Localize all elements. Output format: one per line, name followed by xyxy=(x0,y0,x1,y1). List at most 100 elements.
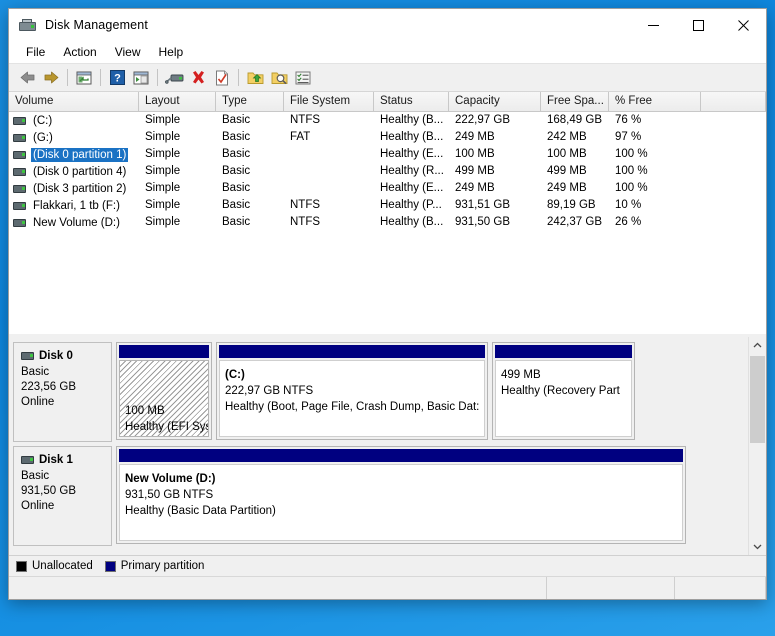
forward-arrow-icon[interactable] xyxy=(39,66,63,89)
partition-block[interactable]: 499 MBHealthy (Recovery Part xyxy=(492,342,635,440)
legend-item: Primary partition xyxy=(105,560,205,572)
partition-health: Healthy (Recovery Part xyxy=(501,383,626,399)
cell-percent-free: 100 % xyxy=(609,180,701,197)
disk-info-disk-1[interactable]: Disk 1Basic931,50 GBOnline xyxy=(13,446,112,546)
partition-block[interactable]: 100 MBHealthy (EFI Syst xyxy=(116,342,212,440)
column-header-status[interactable]: Status xyxy=(374,92,449,111)
volume-label: (G:) xyxy=(31,131,55,145)
disk-type: Basic xyxy=(21,365,111,380)
column-header-blank[interactable] xyxy=(701,92,766,111)
delete-icon[interactable] xyxy=(186,66,210,89)
cell-layout: Simple xyxy=(139,112,216,129)
column-header-free-spa[interactable]: Free Spa... xyxy=(541,92,609,111)
table-row[interactable]: Flakkari, 1 tb (F:)SimpleBasicNTFSHealth… xyxy=(9,197,766,214)
drive-icon xyxy=(13,151,26,159)
scroll-down-arrow-icon[interactable] xyxy=(749,538,766,555)
cell-layout: Simple xyxy=(139,163,216,180)
cell-percent-free: 26 % xyxy=(609,214,701,231)
cell-status: Healthy (B... xyxy=(374,214,449,231)
partition-block[interactable]: New Volume (D:)931,50 GB NTFSHealthy (Ba… xyxy=(116,446,686,544)
column-header-type[interactable]: Type xyxy=(216,92,284,111)
cell-free-space: 100 MB xyxy=(541,146,609,163)
list-view-icon[interactable] xyxy=(291,66,315,89)
partition-block[interactable]: (C:)222,97 GB NTFSHealthy (Boot, Page Fi… xyxy=(216,342,488,440)
cell-percent-free: 100 % xyxy=(609,163,701,180)
drive-icon xyxy=(13,202,26,210)
table-row[interactable]: (Disk 0 partition 1)SimpleBasicHealthy (… xyxy=(9,146,766,163)
cell-free-space: 249 MB xyxy=(541,180,609,197)
cell-layout: Simple xyxy=(139,146,216,163)
partition-strip: 100 MBHealthy (EFI Syst(C:)222,97 GB NTF… xyxy=(112,342,749,442)
drive-icon xyxy=(13,219,26,227)
check-document-icon[interactable] xyxy=(210,66,234,89)
cell-type: Basic xyxy=(216,129,284,146)
table-row[interactable]: (Disk 0 partition 4)SimpleBasicHealthy (… xyxy=(9,163,766,180)
disk-management-window: Disk Management File Action View Help xyxy=(8,8,767,600)
menu-item-view[interactable]: View xyxy=(106,43,150,61)
table-row[interactable]: (G:)SimpleBasicFATHealthy (B...249 MB242… xyxy=(9,129,766,146)
import-folder-icon[interactable] xyxy=(243,66,267,89)
close-button[interactable] xyxy=(721,9,766,41)
drive-icon xyxy=(13,117,26,125)
column-header-free[interactable]: % Free xyxy=(609,92,701,111)
minimize-button[interactable] xyxy=(631,9,676,41)
menu-item-file[interactable]: File xyxy=(17,43,54,61)
cell-free-space: 89,19 GB xyxy=(541,197,609,214)
drive-icon xyxy=(13,134,26,142)
menu-item-help[interactable]: Help xyxy=(150,43,193,61)
disk-row: Disk 0Basic223,56 GBOnline100 MBHealthy … xyxy=(13,342,749,442)
back-arrow-icon[interactable] xyxy=(15,66,39,89)
disk-type: Basic xyxy=(21,469,111,484)
column-header-capacity[interactable]: Capacity xyxy=(449,92,541,111)
disk-info-disk-0[interactable]: Disk 0Basic223,56 GBOnline xyxy=(13,342,112,442)
table-row[interactable]: (C:)SimpleBasicNTFSHealthy (B...222,97 G… xyxy=(9,112,766,129)
cell-free-space: 168,49 GB xyxy=(541,112,609,129)
partition-detail: 499 MBHealthy (Recovery Part xyxy=(495,360,632,437)
cell-type: Basic xyxy=(216,146,284,163)
legend-item: Unallocated xyxy=(16,560,93,572)
volume-list-panel: VolumeLayoutTypeFile SystemStatusCapacit… xyxy=(9,92,766,337)
partition-size-fs: 931,50 GB NTFS xyxy=(125,487,677,503)
cell-capacity: 499 MB xyxy=(449,163,541,180)
partition-health: Healthy (EFI Syst xyxy=(125,419,203,435)
partition-strip: New Volume (D:)931,50 GB NTFSHealthy (Ba… xyxy=(112,446,749,546)
show-hide-console-tree-icon[interactable] xyxy=(129,66,153,89)
properties-disk-icon[interactable] xyxy=(162,66,186,89)
table-row[interactable]: (Disk 3 partition 2)SimpleBasicHealthy (… xyxy=(9,180,766,197)
disk-title: Disk 0 xyxy=(21,350,111,362)
scrollbar-thumb[interactable] xyxy=(750,356,765,443)
disk-graphical-panel: Disk 0Basic223,56 GBOnline100 MBHealthy … xyxy=(9,337,766,555)
volume-list-body[interactable]: (C:)SimpleBasicNTFSHealthy (B...222,97 G… xyxy=(9,112,766,334)
menu-item-action[interactable]: Action xyxy=(54,43,105,61)
cell-volume: (Disk 0 partition 1) xyxy=(9,148,139,162)
help-icon[interactable]: ? xyxy=(105,66,129,89)
cell-percent-free: 97 % xyxy=(609,129,701,146)
partition-size-fs: 100 MB xyxy=(125,403,203,419)
up-one-level-icon[interactable] xyxy=(72,66,96,89)
cell-type: Basic xyxy=(216,180,284,197)
volume-label: (Disk 0 partition 1) xyxy=(31,148,128,162)
column-header-volume[interactable]: Volume xyxy=(9,92,139,111)
scroll-up-arrow-icon[interactable] xyxy=(749,337,766,354)
cell-free-space: 499 MB xyxy=(541,163,609,180)
maximize-button[interactable] xyxy=(676,9,721,41)
cell-volume: Flakkari, 1 tb (F:) xyxy=(9,199,139,213)
status-segment xyxy=(675,577,766,599)
disk-graphical-scroll-area: Disk 0Basic223,56 GBOnline100 MBHealthy … xyxy=(9,337,749,555)
partition-detail: (C:)222,97 GB NTFSHealthy (Boot, Page Fi… xyxy=(219,360,485,437)
table-row[interactable]: New Volume (D:)SimpleBasicNTFSHealthy (B… xyxy=(9,214,766,231)
search-folder-icon[interactable] xyxy=(267,66,291,89)
cell-status: Healthy (B... xyxy=(374,112,449,129)
partition-size-fs: 499 MB xyxy=(501,367,626,383)
cell-status: Healthy (R... xyxy=(374,163,449,180)
cell-layout: Simple xyxy=(139,197,216,214)
cell-capacity: 222,97 GB xyxy=(449,112,541,129)
status-bar xyxy=(9,576,766,599)
column-header-layout[interactable]: Layout xyxy=(139,92,216,111)
partition-health: Healthy (Boot, Page File, Crash Dump, Ba… xyxy=(225,399,479,415)
partition-detail: New Volume (D:)931,50 GB NTFSHealthy (Ba… xyxy=(119,464,683,541)
vertical-scrollbar[interactable] xyxy=(748,337,766,555)
column-header-file-system[interactable]: File System xyxy=(284,92,374,111)
partition-color-bar xyxy=(119,345,209,358)
partition-detail: 100 MBHealthy (EFI Syst xyxy=(119,360,209,437)
